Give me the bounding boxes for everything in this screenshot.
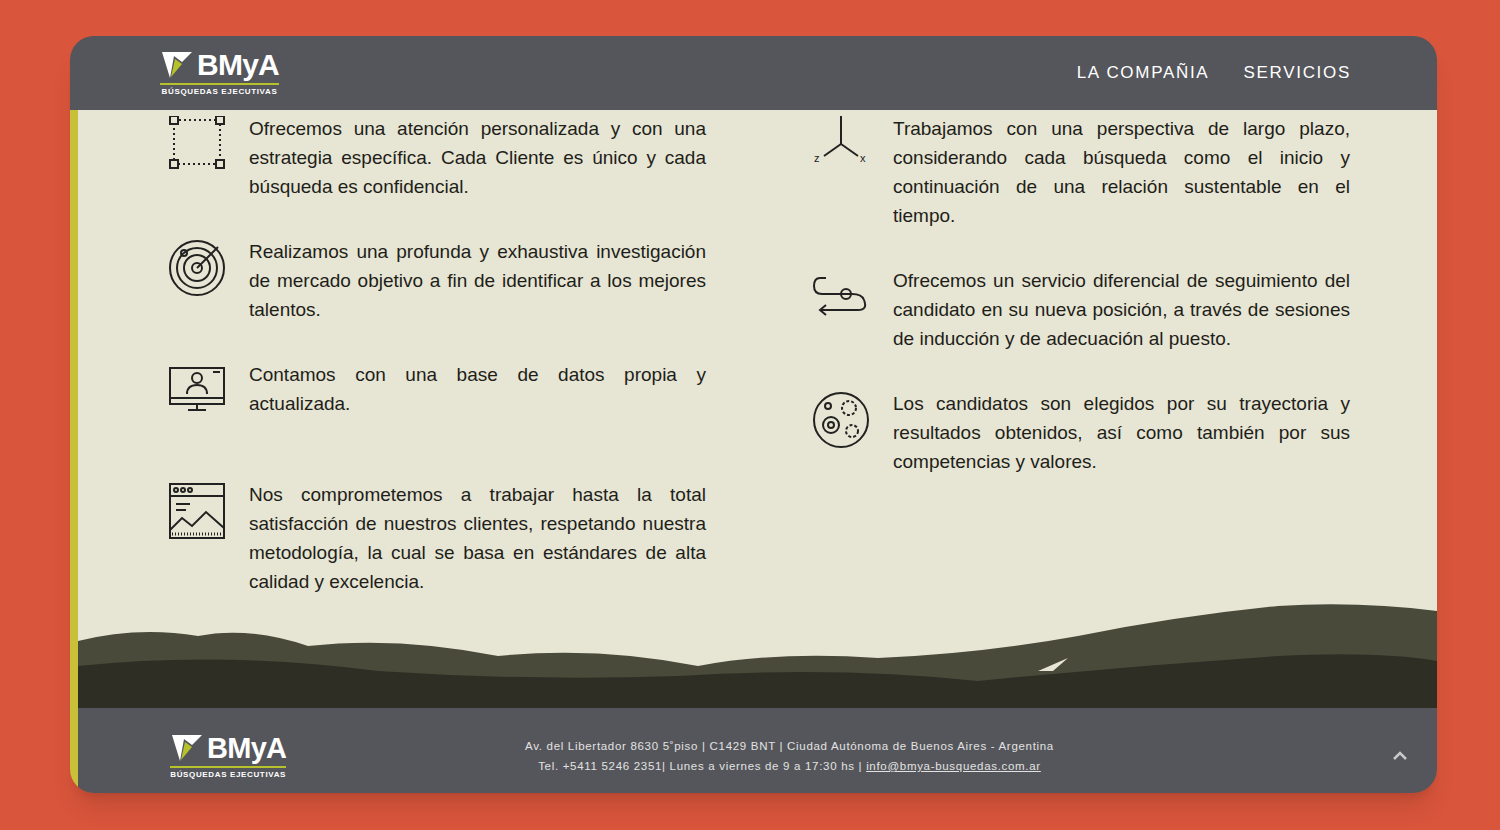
gears-icon — [812, 391, 870, 449]
feature-item: zxTrabajamos con una perspectiva de larg… — [812, 114, 1350, 230]
features-right: zxTrabajamos con una perspectiva de larg… — [812, 114, 1350, 596]
feature-text: Trabajamos con una perspectiva de largo … — [893, 114, 1350, 230]
header: BMyABÚSQUEDAS EJECUTIVAS LA COMPAÑIA SERVI… — [70, 36, 1437, 110]
feature-text: Contamos con una base de datos propia y … — [249, 360, 706, 444]
radar-icon — [168, 239, 226, 297]
selection-icon — [168, 116, 226, 174]
footer-contact: Av. del Libertador 8630 5˚piso | C1429 B… — [525, 736, 1054, 776]
monitor-user-icon — [168, 362, 226, 420]
mountains-image — [78, 596, 1437, 708]
content: Ofrecemos una atención personalizada y c… — [78, 110, 1437, 708]
page-card: BMyABÚSQUEDAS EJECUTIVAS LA COMPAÑIA SERVI… — [70, 36, 1437, 793]
feature-text: Ofrecemos una atención personalizada y c… — [249, 114, 706, 201]
svg-text:z: z — [814, 152, 820, 164]
feature-text: Los candidatos son elegidos por su traye… — [893, 389, 1350, 476]
feature-item: Ofrecemos un servicio diferencial de seg… — [812, 266, 1350, 353]
main-nav: LA COMPAÑIA SERVICIOS — [1077, 60, 1351, 86]
feature-item: Ofrecemos una atención personalizada y c… — [168, 114, 706, 201]
footer-address: Av. del Libertador 8630 5˚piso | C1429 B… — [525, 736, 1054, 756]
feature-item: Contamos con una base de datos propia y … — [168, 360, 706, 444]
logo-mark-icon — [160, 50, 194, 80]
footer-email[interactable]: info@bmya-busquedas.com.ar — [866, 760, 1041, 772]
svg-text:x: x — [860, 152, 866, 164]
logo-tagline: BÚSQUEDAS EJECUTIVAS — [162, 88, 278, 96]
footer-phone: Tel. +5411 5246 2351| Lunes a viernes de… — [525, 756, 1054, 776]
logo-mark-icon — [170, 733, 204, 763]
axes-icon: zx — [812, 116, 870, 174]
logo-tagline: BÚSQUEDAS EJECUTIVAS — [170, 771, 286, 779]
accent-stripe — [70, 110, 78, 793]
feature-text: Nos comprometemos a trabajar hasta la to… — [249, 480, 706, 596]
feature-item: Nos comprometemos a trabajar hasta la to… — [168, 480, 706, 596]
path-icon — [812, 268, 870, 326]
features-left: Ofrecemos una atención personalizada y c… — [168, 114, 706, 596]
feature-item: Realizamos una profunda y exhaustiva inv… — [168, 237, 706, 324]
nav-link[interactable]: LA COMPAÑIA — [1077, 60, 1210, 86]
logo[interactable]: BMyABÚSQUEDAS EJECUTIVAS — [170, 733, 286, 779]
feature-text: Realizamos una profunda y exhaustiva inv… — [249, 237, 706, 324]
footer: BMyABÚSQUEDAS EJECUTIVAS Av. del Libertad… — [78, 708, 1437, 793]
feature-item: Los candidatos son elegidos por su traye… — [812, 389, 1350, 476]
browser-chart-icon — [168, 482, 226, 540]
nav-link[interactable]: SERVICIOS — [1243, 60, 1351, 86]
logo[interactable]: BMyABÚSQUEDAS EJECUTIVAS — [160, 50, 279, 96]
feature-text: Ofrecemos un servicio diferencial de seg… — [893, 266, 1350, 353]
scroll-top-chevron-icon[interactable] — [1391, 747, 1409, 765]
